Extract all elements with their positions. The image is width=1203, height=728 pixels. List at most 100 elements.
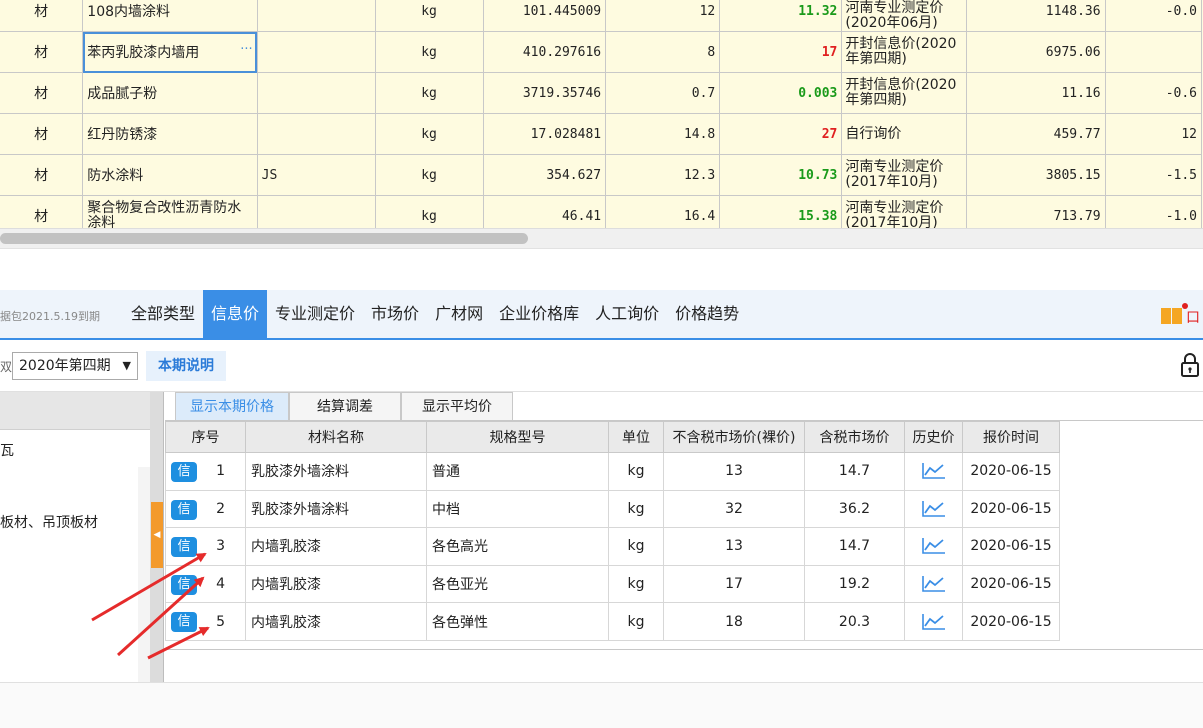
material-diff[interactable]: -0.6 [1104,72,1203,114]
material-unit[interactable]: kg [374,0,484,32]
vertical-scrollbar[interactable] [138,467,150,682]
history-price-cell[interactable] [904,452,963,491]
column-header[interactable]: 序号 [165,421,246,453]
period-select[interactable]: 2020年第四期 ▼ [12,352,138,380]
material-rate[interactable]: 12.3 [605,154,721,196]
tab-price-source[interactable]: 全部类型 [123,290,203,338]
category-item[interactable]: 板材、吊顶板材 [0,512,98,532]
trend-chart-icon[interactable] [921,462,946,480]
price-source[interactable]: 河南专业测定价(2017年10月) [841,195,968,228]
material-row[interactable]: 材 成品腻子粉 kg 3719.35746 0.7 0.003 开封信息价(2020年第四期… [0,72,1203,114]
spec-model[interactable]: 各色弹性 [426,602,609,641]
quote-date[interactable]: 2020-06-15 [962,602,1060,641]
history-price-cell[interactable] [904,602,963,641]
history-price-cell[interactable] [904,489,963,529]
tab-price-source[interactable]: 人工询价 [587,290,667,338]
price-excl-tax[interactable]: 18 [663,602,805,641]
unit[interactable]: kg [608,489,664,529]
seq-cell[interactable]: 信1 [165,452,246,491]
material-spec[interactable] [256,72,376,114]
material-row[interactable]: 材 聚合物复合改性沥青防水涂料 kg 46.41 16.4 15.38 河南专业测定价(20… [0,195,1203,228]
material-diff[interactable]: -1.5 [1104,154,1203,196]
material-name[interactable]: 内墙乳胶漆 [245,602,427,641]
material-ratio[interactable]: 17 [719,31,843,73]
material-diff[interactable]: 12 [1104,113,1203,155]
material-ratio[interactable]: 15.38 [719,195,843,228]
material-unit[interactable]: kg [374,195,484,228]
tab-current-price[interactable]: 显示本期价格 [175,392,289,420]
price-excl-tax[interactable]: 17 [663,564,805,604]
spec-model[interactable]: 中档 [426,489,609,529]
material-unit[interactable]: kg [374,154,484,196]
column-header[interactable]: 报价时间 [962,421,1060,453]
material-unit[interactable]: kg [374,113,484,155]
material-unit[interactable]: kg [374,72,484,114]
material-rate[interactable]: 8 [605,31,721,73]
seq-cell[interactable]: 信4 [165,564,246,604]
spec-model[interactable]: 普通 [426,452,609,491]
material-row[interactable]: 材 108内墙涂料 kg 101.445009 12 11.32 河南专业测定价 (2020年… [0,0,1203,32]
tab-average-price[interactable]: 显示平均价 [401,392,513,420]
price-source[interactable]: 河南专业测定价 (2020年06月) [841,0,968,32]
material-amount[interactable]: 11.16 [966,72,1106,114]
material-type[interactable]: 材 [0,113,84,155]
price-excl-tax[interactable]: 13 [663,452,805,491]
material-ratio[interactable]: 10.73 [719,154,843,196]
price-incl-tax[interactable]: 36.2 [804,489,905,529]
price-row[interactable]: 信 5 内墙乳胶漆 各色弹性 kg 18 20.3 2020-06-15 [165,602,1060,641]
material-ratio[interactable]: 27 [719,113,843,155]
material-spec[interactable] [256,0,376,32]
material-spec[interactable] [256,113,376,155]
material-name[interactable]: 红丹防锈漆 [82,113,258,155]
material-type[interactable]: 材 [0,195,84,228]
price-row[interactable]: 信 3 内墙乳胶漆 各色高光 kg 13 14.7 2020-06-15 [165,527,1060,566]
quote-date[interactable]: 2020-06-15 [962,452,1060,491]
category-item[interactable]: 瓦 [0,440,14,460]
material-unit[interactable]: kg [374,31,484,73]
material-qty[interactable]: 410.297616 [482,31,607,73]
history-price-cell[interactable] [904,527,963,566]
column-header[interactable]: 含税市场价 [804,421,905,453]
tab-price-source[interactable]: 广材网 [427,290,491,338]
price-source[interactable]: 河南专业测定价(2017年10月) [841,154,968,196]
material-ratio[interactable]: 0.003 [719,72,843,114]
material-rate[interactable]: 16.4 [605,195,721,228]
price-row[interactable]: 信 2 乳胶漆外墙涂料 中档 kg 32 36.2 2020-06-15 [165,489,1060,529]
unit[interactable]: kg [608,564,664,604]
material-name[interactable]: 成品腻子粉 [82,72,258,114]
material-spec[interactable] [256,195,376,228]
material-qty[interactable]: 101.445009 [482,0,607,32]
material-diff[interactable]: -0.0 [1104,0,1203,32]
material-qty[interactable]: 3719.35746 [482,72,607,114]
unit[interactable]: kg [608,527,664,566]
column-header[interactable]: 规格型号 [426,421,609,453]
price-row[interactable]: 信 1 乳胶漆外墙涂料 普通 kg 13 14.7 2020-06-15 [165,452,1060,491]
trend-chart-icon[interactable] [921,537,946,555]
material-qty[interactable]: 46.41 [482,195,607,228]
price-excl-tax[interactable]: 32 [663,489,805,529]
material-ratio[interactable]: 11.32 [719,0,843,32]
material-rate[interactable]: 12 [605,0,721,32]
material-amount[interactable]: 713.79 [966,195,1106,228]
spec-model[interactable]: 各色高光 [426,527,609,566]
period-explain-button[interactable]: 本期说明 [146,351,226,381]
material-row[interactable]: 材 ··· 苯丙乳胶漆内墙用 kg 410.297616 8 17 开封信息价(2020年第四… [0,31,1203,73]
unit[interactable]: kg [608,602,664,641]
material-diff[interactable] [1104,31,1203,73]
material-rate[interactable]: 0.7 [605,72,721,114]
more-options-icon[interactable]: ··· [240,42,252,57]
price-source[interactable]: 自行询价 [841,113,968,155]
material-amount[interactable]: 3805.15 [966,154,1106,196]
trend-chart-icon[interactable] [921,500,946,518]
price-excl-tax[interactable]: 13 [663,527,805,566]
column-header[interactable]: 历史价 [904,421,963,453]
seq-cell[interactable]: 信5 [165,602,246,641]
panel-splitter[interactable]: ◀ [150,392,164,682]
material-amount[interactable]: 459.77 [966,113,1106,155]
tab-price-source[interactable]: 专业测定价 [267,290,363,338]
material-name[interactable]: 内墙乳胶漆 [245,527,427,566]
price-row[interactable]: 信 4 内墙乳胶漆 各色亚光 kg 17 19.2 2020-06-15 [165,564,1060,604]
trend-chart-icon[interactable] [921,613,946,631]
trend-chart-icon[interactable] [921,575,946,593]
column-header[interactable]: 材料名称 [245,421,427,453]
